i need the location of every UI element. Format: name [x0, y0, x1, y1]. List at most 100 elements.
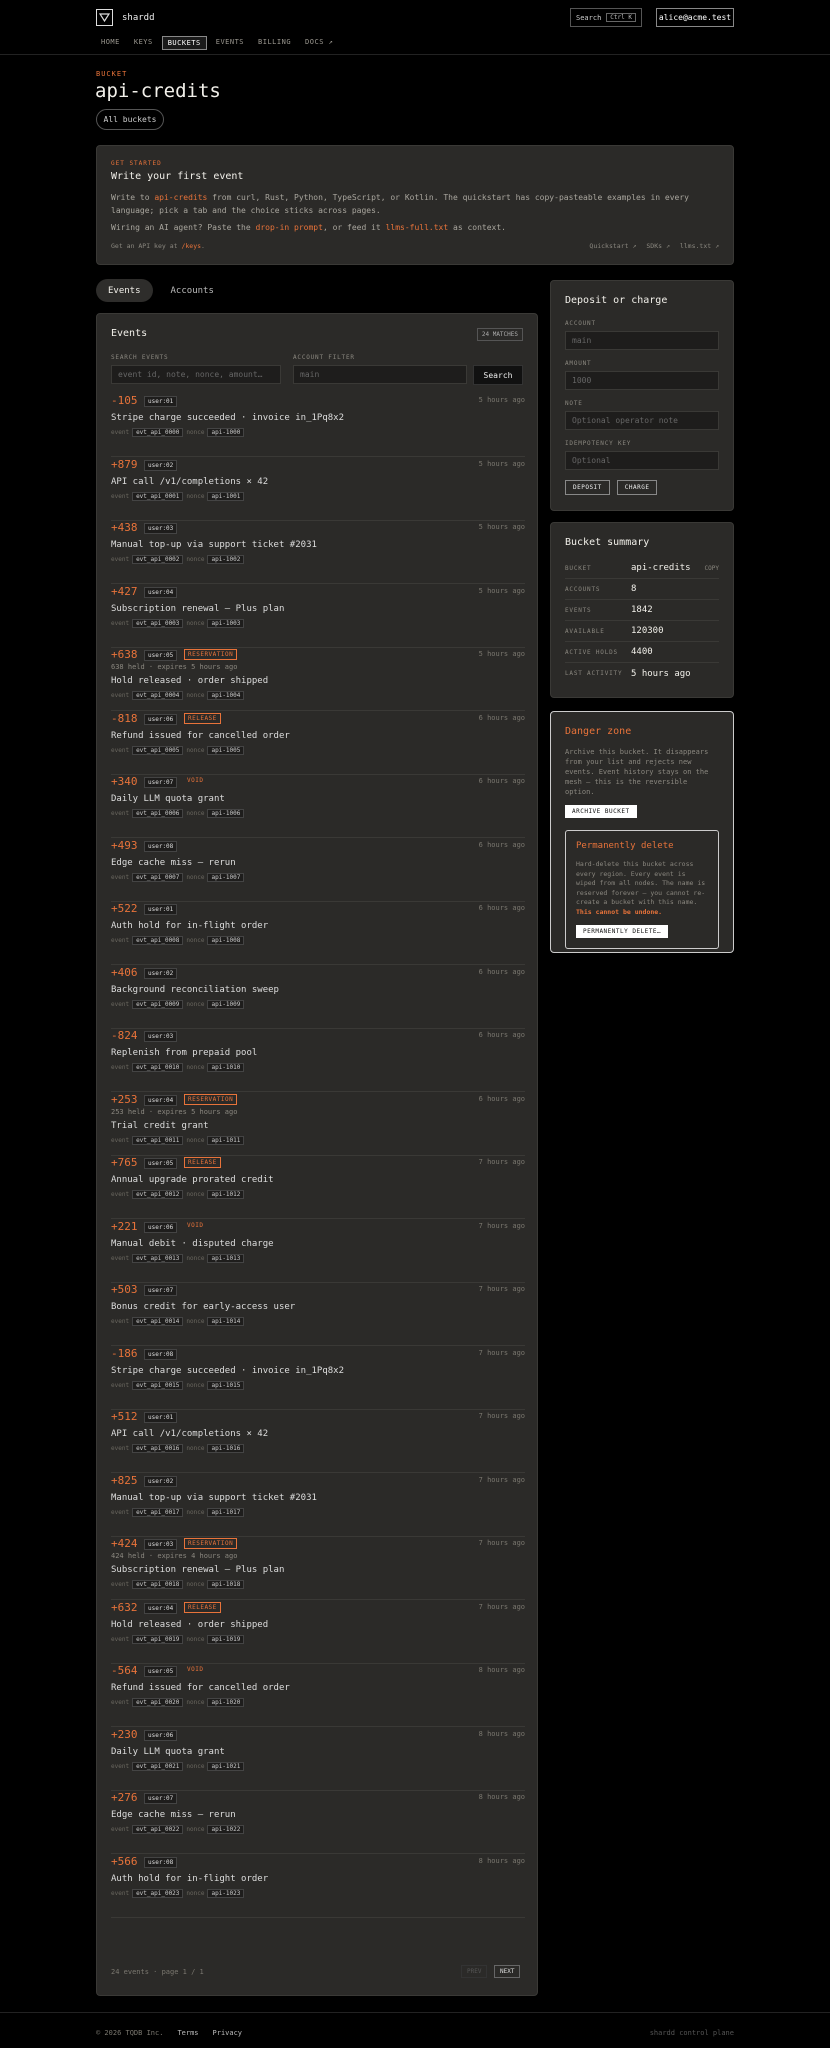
llms-full-link[interactable]: llms-full.txt [386, 223, 449, 232]
event-id-chip[interactable]: evt_api_0018 [132, 1580, 184, 1589]
event-user-chip[interactable]: user:05 [144, 1158, 178, 1169]
event-user-chip[interactable]: user:05 [144, 650, 178, 661]
event-user-chip[interactable]: user:05 [144, 1666, 178, 1677]
search-events-input[interactable]: event id, note, nonce, amount… [111, 365, 281, 384]
bucket-link[interactable]: api-credits [154, 193, 207, 202]
nonce-chip[interactable]: api-1007 [207, 872, 245, 882]
nonce-chip[interactable]: api-1012 [207, 1190, 245, 1199]
copy-button[interactable]: COPY [705, 565, 719, 572]
event-user-chip[interactable]: user:08 [144, 840, 178, 852]
event-user-chip[interactable]: user:04 [144, 1602, 178, 1614]
event-row[interactable]: +253 user:04 RESERVATION 6 hours ago 253 hel… [111, 1093, 525, 1156]
tab-events[interactable]: Events [96, 279, 153, 302]
event-user-chip[interactable]: user:07 [144, 1285, 178, 1296]
event-user-chip[interactable]: user:03 [144, 523, 178, 534]
event-id-chip[interactable]: evt_api_0023 [132, 1888, 184, 1898]
event-row[interactable]: +825 user:02 7 hours ago Manual top-up via … [111, 1474, 525, 1537]
event-id-chip[interactable]: evt_api_0004 [132, 691, 184, 700]
nonce-chip[interactable]: api-1000 [207, 428, 245, 437]
event-row[interactable]: +879 user:02 5 hours ago API call /v1/compl… [111, 458, 525, 521]
event-id-chip[interactable]: evt_api_0011 [132, 1135, 184, 1145]
note-input[interactable]: Optional operator note [565, 411, 719, 430]
event-row[interactable]: +512 user:01 7 hours ago API call /v1/compl… [111, 1410, 525, 1473]
event-row[interactable]: -824 user:03 6 hours ago Replenish from pre… [111, 1029, 525, 1092]
event-row[interactable]: +221 user:06 VOID 7 hours ago Manual debit ·… [111, 1220, 525, 1283]
amount-input[interactable]: 1000 [565, 371, 719, 390]
event-row[interactable]: +424 user:03 RESERVATION 7 hours ago 424 hel… [111, 1537, 525, 1600]
nonce-chip[interactable]: api-1009 [207, 999, 245, 1009]
search-button[interactable]: Search [473, 365, 523, 385]
event-row[interactable]: +230 user:06 8 hours ago Daily LLM quota gr… [111, 1728, 525, 1791]
event-row[interactable]: -818 user:06 RELEASE 6 hours ago Refund issu… [111, 712, 525, 775]
deposit-button[interactable]: DEPOSIT [565, 480, 610, 495]
event-row[interactable]: +493 user:08 6 hours ago Edge cache miss — … [111, 839, 525, 902]
nonce-chip[interactable]: api-1004 [207, 691, 245, 700]
nonce-chip[interactable]: api-1018 [207, 1580, 245, 1589]
event-id-chip[interactable]: evt_api_0014 [132, 1317, 184, 1326]
event-user-chip[interactable]: user:07 [144, 1793, 178, 1804]
account-filter-input[interactable]: main [293, 365, 467, 384]
nav-events[interactable]: EVENTS [211, 36, 249, 50]
event-row[interactable]: +522 user:01 6 hours ago Auth hold for in-f… [111, 902, 525, 965]
event-id-chip[interactable]: evt_api_0007 [132, 872, 184, 882]
event-id-chip[interactable]: evt_api_0017 [132, 1507, 184, 1517]
event-id-chip[interactable]: evt_api_0001 [132, 491, 184, 501]
brand[interactable]: shardd [96, 9, 155, 26]
event-row[interactable]: -186 user:08 7 hours ago Stripe charge succ… [111, 1347, 525, 1410]
sdks-link[interactable]: SDKs ↗ [646, 242, 669, 250]
event-row[interactable]: -105 user:01 5 hours ago Stripe charge succ… [111, 394, 525, 457]
nav-home[interactable]: HOME [96, 36, 125, 50]
event-user-chip[interactable]: user:01 [144, 396, 178, 407]
nonce-chip[interactable]: api-1019 [207, 1634, 245, 1644]
nonce-chip[interactable]: api-1010 [207, 1063, 245, 1072]
nav-docs[interactable]: DOCS ↗ [300, 36, 338, 50]
nonce-chip[interactable]: api-1001 [207, 491, 245, 501]
nonce-chip[interactable]: api-1014 [207, 1317, 245, 1326]
event-id-chip[interactable]: evt_api_0016 [132, 1444, 184, 1453]
event-user-chip[interactable]: user:02 [144, 967, 178, 979]
event-user-chip[interactable]: user:01 [144, 904, 178, 915]
event-id-chip[interactable]: evt_api_0021 [132, 1761, 184, 1771]
llms-txt-link[interactable]: llms.txt ↗ [680, 242, 719, 250]
event-user-chip[interactable]: user:01 [144, 1412, 178, 1423]
event-row[interactable]: +427 user:04 5 hours ago Subscription renew… [111, 585, 525, 648]
nonce-chip[interactable]: api-1003 [207, 618, 245, 628]
event-row[interactable]: +503 user:07 7 hours ago Bonus credit for e… [111, 1283, 525, 1346]
quickstart-link[interactable]: Quickstart ↗ [589, 242, 636, 250]
event-row[interactable]: +638 user:05 RESERVATION 5 hours ago 638 hel… [111, 648, 525, 711]
privacy-link[interactable]: Privacy [213, 2029, 243, 2037]
event-id-chip[interactable]: evt_api_0009 [132, 999, 184, 1009]
nav-keys[interactable]: KEYS [129, 36, 158, 50]
keys-link[interactable]: /keys [181, 242, 201, 250]
nonce-chip[interactable]: api-1006 [207, 809, 245, 818]
event-id-chip[interactable]: evt_api_0010 [132, 1063, 184, 1072]
event-user-chip[interactable]: user:08 [144, 1856, 178, 1868]
nonce-chip[interactable]: api-1022 [207, 1825, 245, 1834]
archive-bucket-button[interactable]: ARCHIVE BUCKET [565, 805, 637, 818]
event-id-chip[interactable]: evt_api_0015 [132, 1380, 184, 1390]
event-row[interactable]: +438 user:03 5 hours ago Manual top-up via … [111, 521, 525, 584]
event-id-chip[interactable]: evt_api_0012 [132, 1190, 184, 1199]
event-id-chip[interactable]: evt_api_0002 [132, 555, 184, 564]
event-id-chip[interactable]: evt_api_0020 [132, 1698, 184, 1707]
nonce-chip[interactable]: api-1016 [207, 1444, 245, 1453]
nonce-chip[interactable]: api-1008 [207, 936, 245, 945]
nonce-chip[interactable]: api-1015 [207, 1380, 245, 1390]
event-id-chip[interactable]: evt_api_0022 [132, 1825, 184, 1834]
event-id-chip[interactable]: evt_api_0019 [132, 1634, 184, 1644]
nonce-chip[interactable]: api-1023 [207, 1888, 245, 1898]
search-button[interactable]: Search Ctrl K [570, 8, 642, 27]
nonce-chip[interactable]: api-1005 [207, 745, 245, 755]
event-row[interactable]: +765 user:05 RELEASE 7 hours ago Annual upgr… [111, 1156, 525, 1219]
nav-buckets[interactable]: BUCKETS [161, 36, 207, 50]
event-id-chip[interactable]: evt_api_0006 [132, 809, 184, 818]
event-user-chip[interactable]: user:03 [144, 1539, 178, 1550]
event-user-chip[interactable]: user:06 [144, 1729, 178, 1741]
permanently-delete-button[interactable]: PERMANENTLY DELETE… [576, 925, 669, 938]
next-page-button[interactable]: NEXT [494, 1965, 521, 1978]
drop-in-prompt-link[interactable]: drop-in prompt [256, 223, 323, 232]
event-id-chip[interactable]: evt_api_0008 [132, 936, 184, 945]
event-row[interactable]: +340 user:07 VOID 6 hours ago Daily LLM quot… [111, 775, 525, 838]
nonce-chip[interactable]: api-1002 [207, 555, 245, 564]
tab-accounts[interactable]: Accounts [159, 279, 226, 302]
